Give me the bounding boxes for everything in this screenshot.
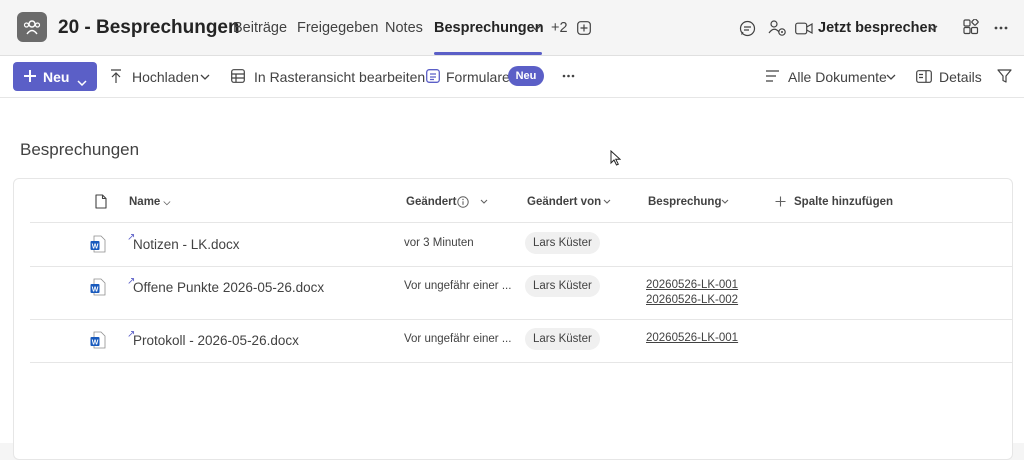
modified-by-pill[interactable]: Lars Küster — [525, 328, 600, 350]
word-document-icon: W — [90, 331, 106, 349]
tab-besprechungen[interactable]: Besprechungen — [434, 20, 544, 36]
channel-title: 20 - Besprechungen — [58, 17, 240, 38]
column-header-modified[interactable]: Geändert — [406, 196, 457, 208]
column-modified-label: Geändert — [406, 196, 457, 208]
upload-icon[interactable] — [109, 68, 123, 84]
divider — [30, 319, 1012, 320]
forms-button[interactable]: Formulare — [446, 69, 510, 85]
more-tabs-button[interactable]: +2 — [551, 20, 568, 36]
add-tab-icon[interactable] — [576, 20, 592, 36]
chevron-down-icon — [77, 73, 87, 89]
people-settings-icon[interactable] — [767, 18, 787, 38]
chevron-down-icon[interactable] — [529, 20, 543, 36]
word-document-icon: W — [90, 235, 106, 253]
svg-text:W: W — [92, 243, 99, 250]
chevron-down-icon[interactable] — [926, 21, 940, 35]
divider — [30, 266, 1012, 267]
modified-time: Vor ungefähr einer ... — [404, 333, 512, 345]
svg-text:W: W — [92, 286, 99, 293]
file-type-icon[interactable] — [94, 193, 107, 209]
column-header-modified-by[interactable]: Geändert von — [527, 196, 601, 208]
tab-beitraege[interactable]: Beiträge — [233, 20, 287, 36]
team-avatar[interactable] — [17, 12, 47, 42]
plus-icon[interactable] — [774, 195, 786, 207]
chevron-down-icon: ⌵ — [163, 197, 171, 207]
modified-time: vor 3 Minuten — [404, 237, 474, 249]
column-header-meeting[interactable]: Besprechung — [648, 196, 722, 208]
command-bar: Neu Hochladen In Rasteransicht bearbeite… — [0, 56, 1024, 98]
column-header-name[interactable]: Name ⌵ — [129, 196, 170, 208]
view-selector[interactable]: Alle Dokumente — [788, 69, 887, 85]
new-badge: Neu — [508, 66, 544, 86]
edit-grid-view-button[interactable]: In Rasteransicht bearbeiten — [254, 69, 425, 85]
more-options-icon[interactable] — [992, 20, 1010, 36]
chevron-down-icon[interactable] — [720, 197, 730, 205]
file-name[interactable]: Offene Punkte 2026-05-26.docx — [133, 280, 324, 295]
team-icon — [23, 20, 41, 35]
divider — [30, 222, 1012, 223]
apps-icon[interactable] — [962, 18, 980, 36]
view-options-icon[interactable] — [764, 69, 780, 83]
tab-notes[interactable]: Notes — [385, 20, 423, 36]
meeting-link[interactable]: 20260526-LK-002 — [646, 294, 738, 306]
file-name[interactable]: Notizen - LK.docx — [133, 237, 240, 252]
filter-icon[interactable] — [996, 68, 1012, 84]
column-modified-by-label: Geändert von — [527, 196, 602, 208]
modified-time: Vor ungefähr einer ... — [404, 280, 512, 292]
forms-icon[interactable] — [425, 68, 441, 84]
file-name[interactable]: Protokoll - 2026-05-26.docx — [133, 333, 299, 348]
new-button[interactable]: Neu — [13, 62, 97, 91]
channel-header: 20 - Besprechungen Beiträge Freigegeben … — [0, 0, 1024, 56]
info-icon[interactable] — [456, 195, 469, 208]
plus-icon — [23, 69, 37, 86]
modified-by-pill[interactable]: Lars Küster — [525, 232, 600, 254]
details-pane-icon[interactable] — [916, 69, 932, 83]
active-tab-indicator — [434, 52, 542, 55]
tab-freigegeben[interactable]: Freigegeben — [297, 20, 378, 36]
document-library: Besprechungen Name ⌵ Geändert Geändert v… — [0, 98, 1024, 460]
meeting-link[interactable]: 20260526-LK-001 — [646, 279, 738, 291]
meet-now-button[interactable]: Jetzt besprechen — [818, 20, 936, 36]
details-button[interactable]: Details — [939, 69, 982, 85]
column-meeting-label: Besprechung — [648, 196, 722, 208]
divider — [30, 362, 1012, 363]
word-document-icon: W — [90, 278, 106, 296]
video-icon[interactable] — [795, 20, 813, 36]
library-title: Besprechungen — [20, 140, 140, 159]
upload-button[interactable]: Hochladen — [132, 69, 199, 85]
chevron-down-icon[interactable] — [199, 72, 211, 82]
chevron-down-icon[interactable] — [885, 72, 897, 82]
chat-icon[interactable] — [738, 19, 756, 37]
svg-text:W: W — [92, 339, 99, 346]
chevron-down-icon[interactable] — [479, 197, 489, 205]
meeting-link[interactable]: 20260526-LK-001 — [646, 332, 738, 344]
grid-icon[interactable] — [230, 68, 246, 84]
mouse-cursor-icon — [610, 149, 622, 171]
file-list: Name ⌵ Geändert Geändert von Besprechung… — [13, 178, 1013, 460]
new-button-label: Neu — [43, 69, 70, 85]
add-column-button[interactable]: Spalte hinzufügen — [794, 196, 893, 208]
column-name-label: Name — [129, 196, 161, 208]
chevron-down-icon[interactable] — [602, 197, 612, 205]
more-commands-icon[interactable] — [561, 74, 575, 78]
modified-by-pill[interactable]: Lars Küster — [525, 275, 600, 297]
